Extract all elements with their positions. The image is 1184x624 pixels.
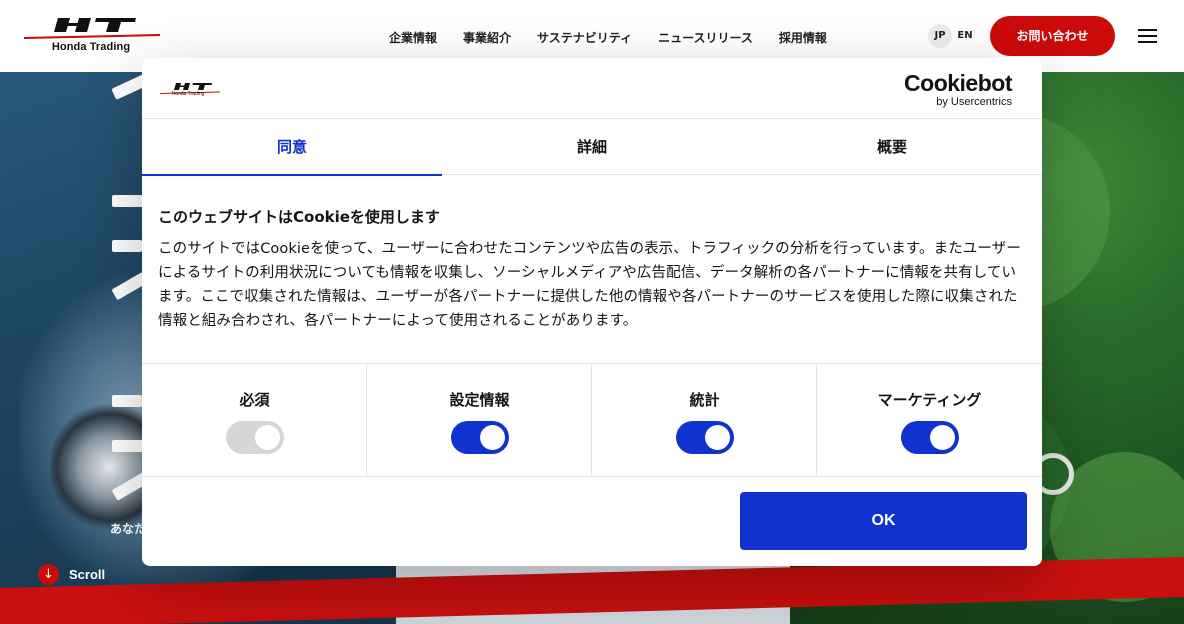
- consent-tabs: 同意 詳細 概要: [142, 118, 1042, 176]
- toggle-cell-preferences: 設定情報: [367, 364, 592, 477]
- consent-toggles: 必須 設定情報 統計 マーケティング: [142, 363, 1042, 477]
- consent-heading: このウェブサイトはCookieを使用します: [158, 208, 440, 226]
- toggle-label-marketing: マーケティング: [877, 391, 982, 409]
- cookie-consent-dialog: Honda Trading Cookiebot by Usercentrics …: [142, 58, 1042, 566]
- cookiebot-logo[interactable]: Cookiebot by Usercentrics: [904, 70, 1012, 108]
- main-nav: 企業情報 事業紹介 サステナビリティ ニュースリリース 採用情報: [376, 28, 840, 48]
- cookiebot-brand-name: Cookiebot: [904, 70, 1012, 96]
- toggle-statistics-switch[interactable]: [676, 421, 734, 454]
- hero-slash-mark: [112, 195, 146, 207]
- nav-item-sustainability[interactable]: サステナビリティ: [524, 28, 645, 48]
- tab-details[interactable]: 詳細: [442, 119, 742, 175]
- tab-about[interactable]: 概要: [742, 119, 1042, 175]
- toggle-label-necessary: 必須: [239, 391, 270, 409]
- nav-item-company[interactable]: 企業情報: [376, 28, 450, 48]
- lang-jp-button[interactable]: JP: [928, 24, 952, 48]
- consent-body-text: このサイトではCookieを使って、ユーザーに合わせたコンテンツや広告の表示、ト…: [158, 241, 1021, 329]
- toggle-marketing-switch[interactable]: [901, 421, 959, 454]
- scroll-indicator[interactable]: ↓ Scroll: [38, 564, 105, 585]
- nav-item-news[interactable]: ニュースリリース: [645, 28, 766, 48]
- toggle-cell-marketing: マーケティング: [817, 364, 1042, 477]
- scroll-label: Scroll: [69, 567, 106, 582]
- tab-consent[interactable]: 同意: [142, 119, 442, 176]
- toggle-label-statistics: 統計: [689, 391, 720, 409]
- logo-subtext-small: Honda Trading: [171, 91, 205, 97]
- toggle-necessary-switch: [226, 421, 284, 454]
- hero-slash-mark: [112, 395, 142, 407]
- lang-en-button[interactable]: EN: [955, 24, 975, 48]
- logo-subtext: Honda Trading: [51, 41, 131, 53]
- toggle-cell-necessary: 必須: [142, 364, 367, 477]
- hero-slash-mark: [112, 440, 144, 452]
- hero-slash-mark: [112, 240, 142, 252]
- hamburger-menu-icon[interactable]: [1136, 26, 1160, 46]
- nav-item-business[interactable]: 事業紹介: [450, 28, 524, 48]
- ok-button[interactable]: OK: [740, 492, 1027, 550]
- contact-button[interactable]: お問い合わせ: [990, 16, 1115, 56]
- hero-tagline: あなた: [110, 522, 147, 536]
- nav-item-recruit[interactable]: 採用情報: [766, 28, 840, 48]
- arrow-down-icon: ↓: [38, 564, 59, 585]
- toggle-label-preferences: 設定情報: [449, 391, 510, 409]
- toggle-cell-statistics: 統計: [592, 364, 817, 477]
- toggle-preferences-switch[interactable]: [451, 421, 509, 454]
- cookiebot-brand-by: by Usercentrics: [936, 96, 1012, 108]
